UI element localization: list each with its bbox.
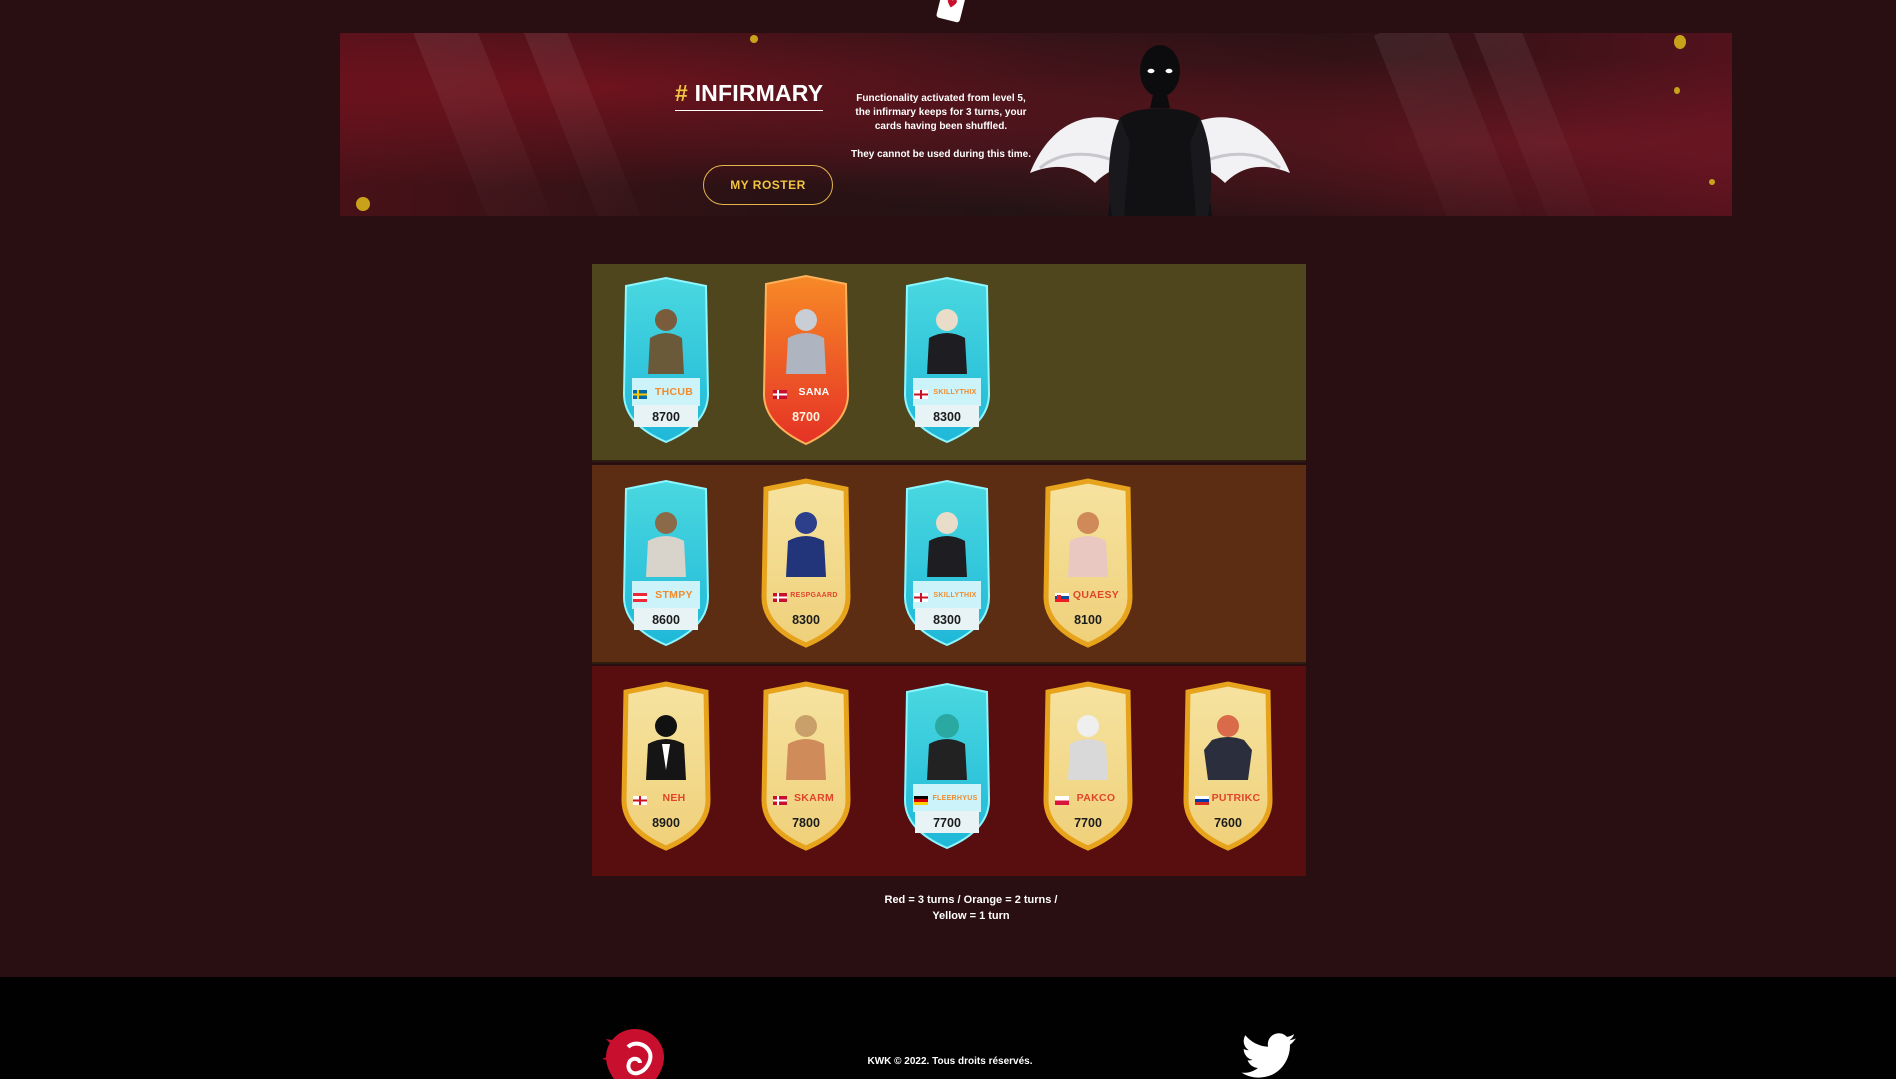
player-card[interactable]: SKILLYTHIX 8300 [897,477,997,649]
infirmary-tier-2-turns: STMPY 8600 RESPGAARD 8300 SKILLYTHIX 830… [592,465,1306,664]
player-name: SKILLYTHIX [933,389,977,396]
description-text: Functionality activated from level 5, th… [855,93,1027,132]
infirmary-tier-1-turn: THCUB 8700 SANA 8700 SKILLYTHIX 8300 [592,264,1306,462]
player-avatar [646,715,686,780]
title-text: INFIRMARY [694,80,824,106]
flag-denmark-icon [773,796,787,805]
my-roster-button[interactable]: MY ROSTER [703,165,833,205]
angel-character-image [1030,45,1290,216]
playing-card-logo-icon[interactable] [928,0,970,26]
player-score: 8300 [792,613,820,627]
player-name: STMPY [655,589,693,601]
player-name: RESPGAARD [790,592,838,599]
player-card[interactable]: QUAESY 8100 [1038,477,1138,649]
player-avatar [927,512,967,577]
player-name: SKILLYTHIX [933,592,977,599]
flag-sweden-icon [633,390,647,399]
flag-denmark-icon [773,390,787,399]
player-name: FLEERHYUS [932,795,978,802]
player-name: THCUB [654,386,694,398]
player-avatar [786,715,826,780]
copyright-text: KWK © 2022. Tous droits réservés. [867,1056,1033,1067]
player-card[interactable]: PAKCO 7700 [1038,680,1138,852]
player-avatar [927,309,967,374]
player-card[interactable]: FLEERHYUS 7700 [897,680,997,852]
flag-denmark-icon [773,593,787,602]
player-score: 8300 [933,410,961,424]
player-name: SANA [798,386,830,398]
player-name: SKARM [794,792,834,804]
player-card[interactable]: SKARM 7800 [756,680,856,852]
player-card[interactable]: NEH 8900 [616,680,716,852]
flag-england-icon [914,593,928,602]
player-avatar [1068,715,1108,780]
tier-legend: Red = 3 turns / Orange = 2 turns / Yello… [870,892,1072,924]
player-score: 8900 [652,816,680,830]
hash-symbol: # [675,80,688,106]
legend-line: Red = 3 turns / Orange = 2 turns / [884,894,1058,906]
player-avatar [927,714,967,780]
player-avatar [786,309,826,374]
flag-austria-icon [633,593,647,602]
player-card[interactable]: SKILLYTHIX 8300 [897,274,997,446]
flag-england-icon [633,796,647,805]
flag-poland-icon [1055,796,1069,805]
player-score: 8700 [652,410,680,424]
infirmary-tier-3-turns: NEH 8900 SKARM 7800 FLEERHYUS 7700 PAKCO… [592,666,1306,876]
twitter-icon[interactable] [1240,1033,1298,1079]
player-card[interactable]: PUTRIKC 7600 [1178,680,1278,852]
player-avatar [1204,715,1252,780]
legend-line: Yellow = 1 turn [932,910,1010,922]
description-note: They cannot be used during this time. [850,149,1032,160]
flag-england-icon [914,390,928,399]
player-score: 8700 [792,410,820,424]
player-avatar [1068,512,1108,577]
player-card[interactable]: STMPY 8600 [616,477,716,649]
player-card[interactable]: THCUB 8700 [616,274,716,446]
player-card[interactable]: RESPGAARD 8300 [756,477,856,649]
lion-logo-icon[interactable] [600,1027,670,1079]
top-bar [0,0,1896,33]
flag-russia-icon [1195,796,1209,805]
player-score: 8300 [933,613,961,627]
player-name: PAKCO [1076,792,1116,804]
player-score: 7700 [933,816,961,830]
player-score: 8100 [1074,613,1102,627]
infirmary-description: Functionality activated from level 5, th… [850,92,1032,162]
player-avatar [786,512,826,577]
player-score: 7800 [792,816,820,830]
player-name: QUAESY [1072,589,1120,601]
flag-germany-icon [914,796,928,805]
player-avatar [646,512,686,577]
flag-slovakia-icon [1055,593,1069,602]
player-score: 7700 [1074,816,1102,830]
player-name: NEH [662,792,686,804]
player-score: 8600 [652,613,680,627]
player-score: 7600 [1214,816,1242,830]
player-name: PUTRIKC [1211,792,1261,804]
page-title: # INFIRMARY [675,80,824,111]
infirmary-banner: # INFIRMARY Functionality activated from… [340,33,1732,216]
player-card[interactable]: SANA 8700 [756,274,856,446]
player-avatar [648,309,684,374]
